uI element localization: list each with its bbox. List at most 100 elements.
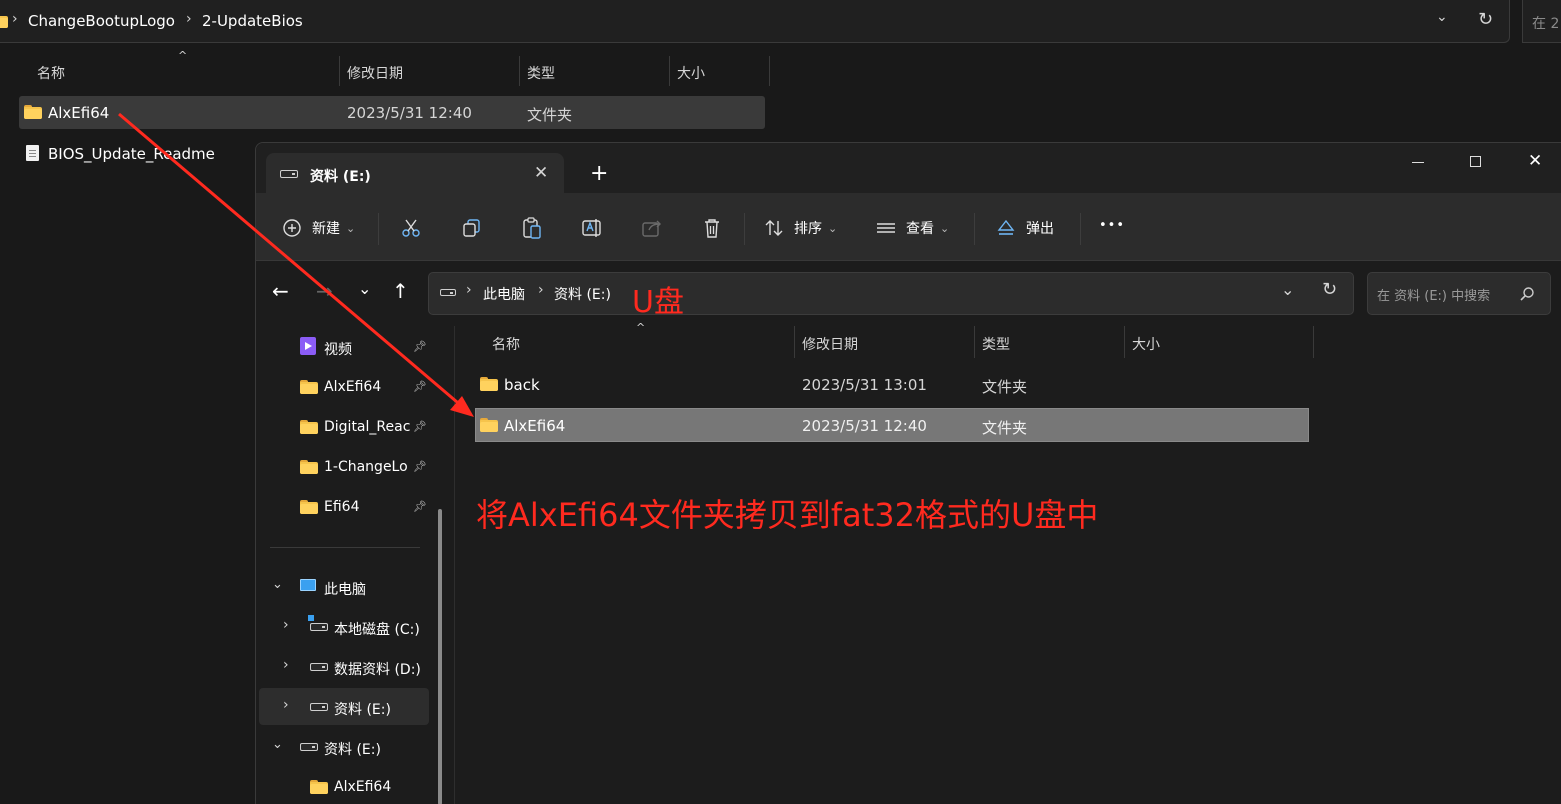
pin-icon[interactable]: 📌︎ bbox=[413, 341, 427, 353]
more-options-icon[interactable]: ••• bbox=[1099, 218, 1125, 233]
folder-icon bbox=[300, 460, 318, 474]
back-arrow-icon[interactable]: ← bbox=[272, 279, 289, 303]
windows-drive-icon bbox=[310, 623, 328, 631]
column-header-name[interactable]: 名称 bbox=[37, 63, 65, 83]
column-header-size[interactable]: 大小 bbox=[1132, 334, 1160, 354]
breadcrumb-item[interactable]: 此电脑 bbox=[483, 284, 525, 304]
chevron-right-icon: › bbox=[466, 282, 472, 298]
column-header-type[interactable]: 类型 bbox=[982, 334, 1010, 354]
instruction-annotation: 将AlxEfi64文件夹拷贝到fat32格式的U盘中 bbox=[476, 496, 1099, 534]
sidebar-item-usb[interactable]: 资料 (E:) bbox=[324, 739, 381, 759]
pin-icon[interactable]: 📌︎ bbox=[413, 501, 427, 513]
folder-icon bbox=[300, 380, 318, 394]
column-header-name[interactable]: 名称 bbox=[492, 334, 520, 354]
eject-button[interactable]: 弹出 bbox=[996, 210, 1054, 246]
pin-icon[interactable]: 📌︎ bbox=[413, 461, 427, 473]
sidebar-item-label[interactable]: Efi64 bbox=[324, 499, 359, 515]
delete-icon[interactable] bbox=[702, 217, 722, 239]
view-icon bbox=[877, 223, 895, 233]
file-date: 2023/5/31 13:01 bbox=[802, 376, 927, 394]
refresh-icon[interactable]: ↻ bbox=[1478, 9, 1493, 30]
maximize-icon[interactable] bbox=[1470, 156, 1481, 167]
folder-icon bbox=[310, 780, 328, 794]
sidebar-item-drive[interactable]: 本地磁盘 (C:) bbox=[334, 619, 420, 639]
video-icon bbox=[300, 337, 316, 355]
file-name[interactable]: BIOS_Update_Readme bbox=[48, 145, 215, 163]
close-window-icon[interactable]: ✕ bbox=[1528, 151, 1542, 171]
back-search-placeholder: 在 2 bbox=[1532, 16, 1560, 32]
chevron-down-icon: ⌄ bbox=[346, 221, 356, 235]
minimize-icon[interactable] bbox=[1412, 162, 1424, 163]
pane-divider bbox=[454, 326, 455, 804]
usb-annotation-label: U盘 bbox=[632, 285, 684, 320]
file-name: AlxEfi64 bbox=[48, 104, 110, 122]
eject-icon bbox=[997, 219, 1015, 235]
sidebar-divider bbox=[270, 547, 420, 548]
folder-icon bbox=[0, 14, 8, 28]
folder-icon bbox=[480, 377, 498, 391]
close-tab-icon[interactable]: ✕ bbox=[534, 163, 548, 183]
pin-icon[interactable]: 📌︎ bbox=[413, 421, 427, 433]
sidebar-item-label[interactable]: AlxEfi64 bbox=[324, 379, 381, 395]
chevron-down-icon[interactable]: ⌄ bbox=[272, 577, 283, 592]
folder-icon bbox=[300, 500, 318, 514]
sidebar-item-this-pc[interactable]: 此电脑 bbox=[324, 579, 366, 599]
chevron-down-icon: ⌄ bbox=[828, 221, 838, 235]
sidebar-item-drive[interactable]: 数据资料 (D:) bbox=[334, 659, 421, 679]
sidebar-item-label[interactable]: Digital_Reac bbox=[324, 419, 410, 435]
breadcrumb-item[interactable]: 2-UpdateBios bbox=[202, 12, 303, 30]
column-header-date[interactable]: 修改日期 bbox=[802, 334, 858, 354]
recent-dropdown-icon[interactable]: ⌄ bbox=[358, 279, 371, 298]
sidebar-scrollbar[interactable] bbox=[438, 509, 442, 804]
share-icon bbox=[642, 220, 661, 237]
rename-icon[interactable] bbox=[581, 217, 603, 239]
column-header-date[interactable]: 修改日期 bbox=[347, 63, 403, 83]
front-window: 资料 (E:) ✕ + ✕ 新建 ⌄ 排序 ⌄ 查看 ⌄ 弹出 ••• ← → … bbox=[255, 142, 1561, 804]
column-header-size[interactable]: 大小 bbox=[677, 63, 705, 83]
file-date: 2023/5/31 12:40 bbox=[347, 104, 472, 122]
sidebar-item-folder[interactable]: AlxEfi64 bbox=[334, 779, 391, 795]
drive-icon bbox=[310, 703, 328, 711]
refresh-icon[interactable]: ↻ bbox=[1322, 279, 1337, 300]
chevron-right-icon[interactable]: › bbox=[283, 617, 289, 633]
drive-icon bbox=[440, 289, 456, 296]
new-tab-icon[interactable]: + bbox=[590, 161, 608, 186]
usb-drive-icon bbox=[300, 743, 318, 751]
pin-icon[interactable]: 📌︎ bbox=[413, 381, 427, 393]
chevron-right-icon: › bbox=[538, 282, 544, 298]
computer-icon bbox=[300, 579, 316, 591]
new-label: 新建 bbox=[312, 221, 340, 237]
paste-icon[interactable] bbox=[522, 217, 542, 239]
column-header-type[interactable]: 类型 bbox=[527, 63, 555, 83]
file-type: 文件夹 bbox=[527, 106, 573, 124]
sort-label: 排序 bbox=[794, 221, 822, 237]
copy-icon[interactable] bbox=[462, 218, 482, 238]
chevron-down-icon[interactable]: ⌄ bbox=[272, 737, 283, 752]
chevron-down-icon[interactable]: ⌄ bbox=[1436, 9, 1448, 25]
search-placeholder: 在 资料 (E:) 中搜索 bbox=[1377, 289, 1491, 304]
windows-logo-icon bbox=[308, 615, 314, 621]
folder-icon bbox=[300, 420, 318, 434]
address-dropdown-icon[interactable]: ⌄ bbox=[1281, 280, 1294, 299]
folder-icon bbox=[480, 418, 498, 432]
chevron-right-icon: › bbox=[12, 11, 18, 27]
sidebar-item-label[interactable]: 1-ChangeLo bbox=[324, 459, 410, 475]
chevron-right-icon: › bbox=[186, 11, 192, 27]
chevron-right-icon[interactable]: › bbox=[283, 657, 289, 673]
eject-label: 弹出 bbox=[1026, 221, 1054, 237]
chevron-right-icon[interactable]: › bbox=[283, 697, 289, 713]
sort-button[interactable]: 排序 ⌄ bbox=[764, 210, 837, 246]
tab-title: 资料 (E:) bbox=[310, 169, 371, 185]
up-arrow-icon[interactable]: ↑ bbox=[392, 279, 409, 303]
cut-icon[interactable] bbox=[401, 218, 421, 238]
file-type: 文件夹 bbox=[982, 378, 1028, 396]
search-icon[interactable] bbox=[1519, 286, 1535, 302]
breadcrumb-item[interactable]: ChangeBootupLogo bbox=[28, 12, 175, 30]
sidebar-item-drive[interactable]: 资料 (E:) bbox=[334, 699, 391, 719]
view-button[interactable]: 查看 ⌄ bbox=[876, 210, 949, 246]
file-date: 2023/5/31 12:40 bbox=[802, 417, 927, 435]
sidebar-item-label[interactable]: 视频 bbox=[324, 339, 352, 359]
chevron-down-icon: ⌄ bbox=[940, 221, 950, 235]
new-button[interactable]: 新建 ⌄ bbox=[282, 210, 355, 246]
breadcrumb-item[interactable]: 资料 (E:) bbox=[554, 284, 611, 304]
